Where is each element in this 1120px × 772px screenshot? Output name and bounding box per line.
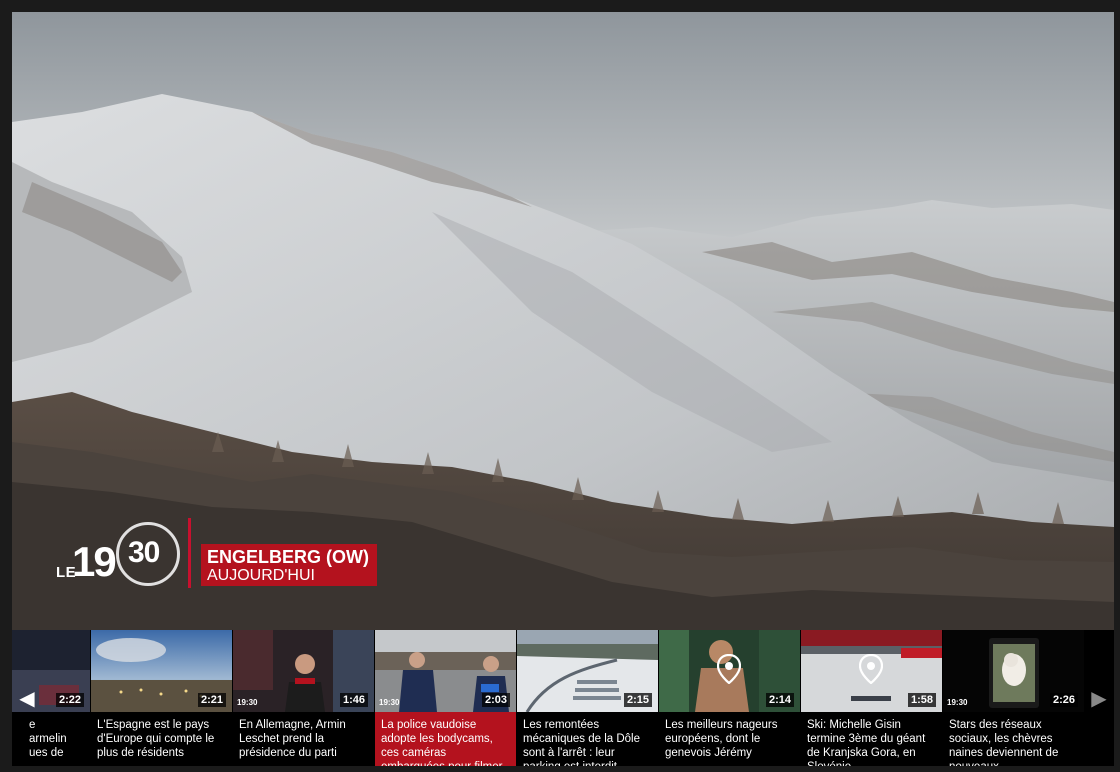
logo-hour: 19 bbox=[72, 538, 117, 585]
video-title: Les meilleurs nageurs européens, dont le… bbox=[665, 719, 778, 759]
video-title: Ski: Michelle Gisin termine 3ème du géan… bbox=[807, 719, 926, 766]
mini-logo: 19:30 bbox=[237, 698, 258, 707]
logo-minute: 30 bbox=[128, 536, 160, 569]
lower-third-box: ENGELBERG (OW) AUJOURD'HUI bbox=[201, 544, 377, 586]
video-thumbnail: 2:15 bbox=[517, 630, 658, 712]
video-duration: 2:03 bbox=[481, 693, 510, 707]
video-thumbnail: 19:30 2:26 bbox=[943, 630, 1084, 712]
video-duration: 2:22 bbox=[55, 693, 84, 707]
playlist-item[interactable]: 1:58 Ski: Michelle Gisin termine 3ème du… bbox=[801, 630, 942, 766]
playlist-item[interactable]: 2:21 L'Espagne est le pays d'Europe qui … bbox=[91, 630, 232, 766]
video-thumbnail: 1:58 bbox=[801, 630, 942, 712]
playlist-track: 2:22 e armelin ues de 2:21 L'Espagne est l… bbox=[12, 630, 1114, 766]
video-duration: 2:26 bbox=[1049, 693, 1078, 707]
video-title: Stars des réseaux sociaux, les chèvres n… bbox=[949, 719, 1059, 766]
mini-logo: 19:30 bbox=[379, 698, 400, 707]
playlist-prev-button[interactable]: ◀ bbox=[12, 630, 42, 766]
playlist-item-active[interactable]: 19:30 2:03 La police vaudoise adopte les… bbox=[375, 630, 516, 766]
video-player[interactable]: LE 19 30 ENGELBERG (OW) AUJOURD'HUI bbox=[12, 12, 1114, 630]
chevron-right-icon: ▶ bbox=[1091, 687, 1107, 710]
video-title: Les remontées mécaniques de la Dôle sont… bbox=[523, 719, 640, 766]
playlist-strip: ◀ 2:22 e armelin ues de 2:21 L'Espagne est… bbox=[12, 630, 1114, 766]
video-duration: 1:58 bbox=[907, 693, 936, 707]
video-thumbnail: 19:30 1:46 bbox=[233, 630, 374, 712]
lower-third: ENGELBERG (OW) AUJOURD'HUI bbox=[188, 518, 377, 588]
location-pin-icon bbox=[859, 654, 883, 684]
video-duration: 2:14 bbox=[765, 693, 794, 707]
playlist-item[interactable]: 2:14 Les meilleurs nageurs européens, do… bbox=[659, 630, 800, 766]
playlist-item[interactable]: 19:30 1:46 En Allemagne, Armin Leschet p… bbox=[233, 630, 374, 766]
video-thumbnail: 2:14 bbox=[659, 630, 800, 712]
chevron-left-icon: ◀ bbox=[19, 687, 35, 710]
playlist-item[interactable]: 19:30 2:26 Stars des réseaux sociaux, le… bbox=[943, 630, 1084, 766]
location-pin-icon bbox=[717, 654, 741, 684]
playlist-next-button[interactable]: ▶ bbox=[1084, 630, 1114, 766]
video-title: En Allemagne, Armin Leschet prend la pré… bbox=[239, 719, 346, 759]
video-duration: 2:21 bbox=[197, 693, 226, 707]
show-logo: LE 19 30 bbox=[56, 516, 186, 596]
lower-third-time: AUJOURD'HUI bbox=[207, 567, 315, 584]
mini-logo: 19:30 bbox=[947, 698, 968, 707]
video-thumbnail: 2:21 bbox=[91, 630, 232, 712]
video-title: La police vaudoise adopte les bodycams, … bbox=[375, 712, 516, 766]
video-title: L'Espagne est le pays d'Europe qui compt… bbox=[97, 719, 215, 759]
video-thumbnail: 19:30 2:03 bbox=[375, 630, 516, 712]
video-duration: 2:15 bbox=[623, 693, 652, 707]
lower-third-location: ENGELBERG (OW) bbox=[207, 547, 369, 567]
playlist-item[interactable]: 2:15 Les remontées mécaniques de la Dôle… bbox=[517, 630, 658, 766]
video-duration: 1:46 bbox=[339, 693, 368, 707]
